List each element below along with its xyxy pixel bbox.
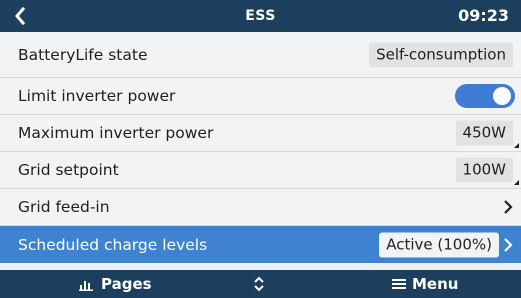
maximum-inverter-power-value[interactable]: 450W	[455, 120, 513, 146]
settings-list: BatteryLife state Self-consumption Limit…	[0, 32, 521, 263]
row-grid-feed-in[interactable]: Grid feed-in	[0, 189, 521, 226]
pages-button[interactable]: Pages	[79, 270, 152, 298]
row-label: Scheduled charge levels	[18, 235, 208, 254]
batterylife-state-value: Self-consumption	[369, 42, 513, 67]
header-bar: ESS 09:23	[0, 0, 521, 32]
editable-corner-icon	[514, 180, 519, 185]
row-label: Grid feed-in	[18, 198, 110, 216]
clock-time: 09:23	[458, 6, 509, 25]
chevron-right-icon	[504, 200, 513, 214]
row-limit-inverter-power[interactable]: Limit inverter power	[0, 78, 521, 115]
up-down-arrows-icon[interactable]	[253, 270, 271, 298]
row-label: Grid setpoint	[18, 161, 119, 179]
pages-label: Pages	[101, 275, 152, 293]
limit-inverter-power-toggle[interactable]	[455, 84, 515, 108]
chevron-right-icon	[504, 237, 513, 252]
row-maximum-inverter-power[interactable]: Maximum inverter power 450W	[0, 115, 521, 152]
row-label: BatteryLife state	[18, 45, 148, 64]
bar-chart-icon	[79, 281, 93, 291]
row-label: Maximum inverter power	[18, 124, 214, 142]
footer-bar: Pages Menu	[0, 270, 521, 298]
editable-corner-icon	[514, 143, 519, 148]
row-scheduled-charge-levels[interactable]: Scheduled charge levels Active (100%)	[0, 226, 521, 263]
grid-setpoint-value[interactable]: 100W	[455, 157, 513, 183]
scheduled-charge-levels-value: Active (100%)	[379, 232, 499, 257]
menu-button[interactable]: Menu	[392, 270, 458, 298]
row-batterylife-state[interactable]: BatteryLife state Self-consumption	[0, 32, 521, 78]
row-grid-setpoint[interactable]: Grid setpoint 100W	[0, 152, 521, 189]
page-title: ESS	[245, 8, 276, 24]
row-label: Limit inverter power	[18, 87, 176, 105]
menu-label: Menu	[412, 275, 459, 293]
toggle-knob	[493, 87, 511, 105]
hamburger-menu-icon	[392, 279, 406, 289]
ess-screen: ESS 09:23 BatteryLife state Self-consump…	[0, 0, 521, 298]
